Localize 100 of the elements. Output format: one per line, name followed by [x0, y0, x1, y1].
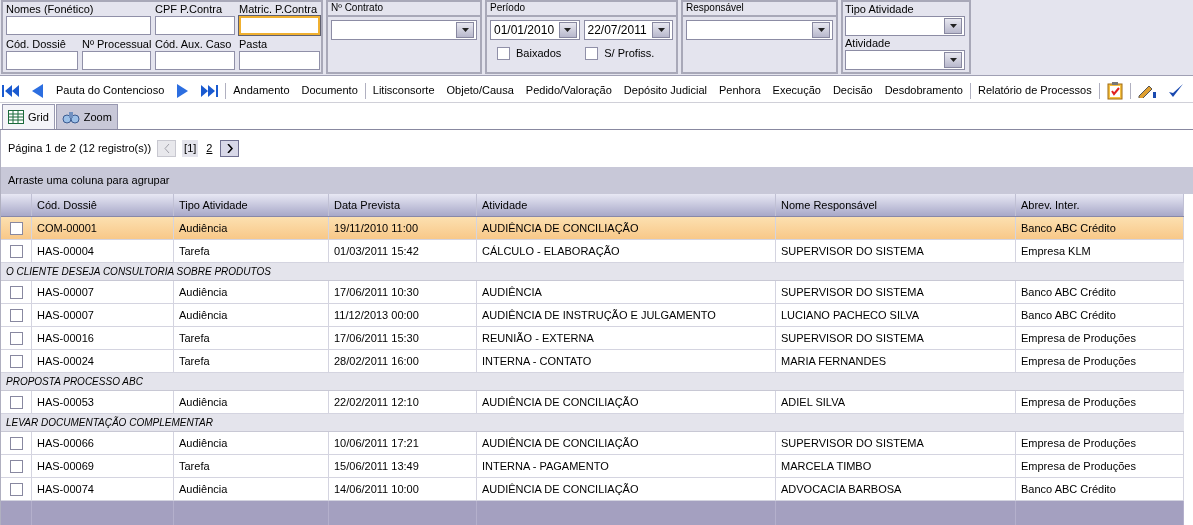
chevron-icon: [226, 144, 233, 153]
toolbar-link[interactable]: Decisão: [832, 82, 873, 99]
text-field[interactable]: [6, 16, 151, 35]
previous-icon[interactable]: [32, 83, 44, 98]
pen-icon[interactable]: [1137, 83, 1156, 98]
checkbox[interactable]: [9, 436, 23, 450]
table-row[interactable]: HAS-00007 Audiência 11/12/2013 00:00 AUDIÊNCIA DE INSTRUÇÃO E JULGAMENTO LUCIANO PACHECO SILVA Banco ABC Crédito: [1, 304, 1184, 327]
toolbar-link[interactable]: Documento: [301, 82, 358, 99]
checkbox[interactable]: [9, 395, 23, 409]
column-header[interactable]: Tipo Atividade: [174, 194, 329, 216]
checkbox[interactable]: [9, 482, 23, 496]
table-row[interactable]: HAS-00066 Audiência 10/06/2011 17:21 AUDIÊNCIA DE CONCILIAÇÃO SUPERVISOR DO SISTEMA Empresa de Produções: [1, 432, 1184, 455]
field-label: Cód. Aux. Caso: [155, 37, 233, 51]
table-cell-text: 01/03/2011 15:42: [334, 243, 419, 259]
table-row[interactable]: HAS-00053 Audiência 22/02/2011 12:10 AUDIÊNCIA DE CONCILIAÇÃO ADIEL SILVA Empresa de Produções: [1, 391, 1184, 414]
checkbox[interactable]: [9, 354, 23, 368]
table-cell-text: 22/02/2011 12:10: [334, 394, 419, 410]
text-field[interactable]: [155, 16, 235, 35]
column-header[interactable]: Abrev. Inter.: [1016, 194, 1184, 216]
table-cell-text: Audiência: [179, 481, 228, 497]
tab[interactable]: Zoom: [55, 104, 118, 129]
table-cell-text: Audiência: [179, 307, 228, 323]
dropdown-button[interactable]: [652, 22, 670, 38]
checkbox[interactable]: [9, 308, 23, 322]
text-field[interactable]: [239, 16, 320, 35]
column-header[interactable]: Nome Responsável: [776, 194, 1016, 216]
check-icon[interactable]: [1167, 82, 1184, 99]
table-cell-text: MARCELA TIMBO: [781, 458, 872, 474]
table-row[interactable]: HAS-00074 Audiência 14/06/2011 10:00 AUDIÊNCIA DE CONCILIAÇÃO ADVOCACIA BARBOSA Banco ABC Crédito: [1, 478, 1184, 501]
dropdown-button[interactable]: [812, 22, 830, 38]
table-cell-text: INTERNA - CONTATO: [482, 353, 592, 369]
checkbox[interactable]: [9, 459, 23, 473]
toolbar-link[interactable]: Relatório de Processos: [977, 82, 1092, 99]
date-field[interactable]: 22/07/2011: [583, 20, 673, 40]
table-cell-text: AUDIÊNCIA DE INSTRUÇÃO E JULGAMENTO: [482, 307, 716, 323]
table-cell-text: Empresa de Produções: [1021, 394, 1136, 410]
checkbox[interactable]: [9, 244, 23, 258]
table-cell-text: Tarefa: [179, 458, 210, 474]
table-row[interactable]: HAS-00016 Tarefa 17/06/2011 15:30 REUNIÃO - EXTERNA SUPERVISOR DO SISTEMA Empresa de Produções: [1, 327, 1184, 350]
table-row[interactable]: HAS-00069 Tarefa 15/06/2011 13:49 INTERNA - PAGAMENTO MARCELA TIMBO Empresa de Produções: [1, 455, 1184, 478]
toolbar-link[interactable]: Desdobramento: [884, 82, 963, 99]
table-cell-text: SUPERVISOR DO SISTEMA: [781, 284, 924, 300]
caret-icon: [817, 28, 825, 32]
page-link[interactable]: [1]: [182, 140, 199, 157]
checkbox[interactable]: [9, 221, 23, 235]
last-icon[interactable]: [200, 84, 219, 97]
page-link[interactable]: 2: [204, 140, 215, 157]
date-field[interactable]: 01/01/2010: [490, 20, 580, 40]
field-label: Matric. P.Contra: [239, 2, 319, 16]
toolbar-link[interactable]: Execução: [772, 82, 821, 99]
dropdown-button[interactable]: [944, 18, 962, 34]
toolbar-link[interactable]: Pedido/Valoração: [525, 82, 612, 99]
table-cell-text: HAS-00069: [37, 458, 94, 474]
table-cell-text: Empresa de Produções: [1021, 353, 1136, 369]
table-icon: [8, 110, 24, 124]
toolbar-link[interactable]: Andamento: [233, 82, 290, 99]
toolbar-link[interactable]: Depósito Judicial: [623, 82, 707, 99]
table-row[interactable]: HAS-00007 Audiência 17/06/2011 10:30 AUDIÊNCIA SUPERVISOR DO SISTEMA Banco ABC Crédito: [1, 281, 1184, 304]
next-page-button[interactable]: [220, 140, 240, 157]
toolbar-link[interactable]: Litisconsorte: [372, 82, 435, 99]
table-row[interactable]: HAS-00004 Tarefa 01/03/2011 15:42 CÁLCULO - ELABORAÇÃO SUPERVISOR DO SISTEMA Empresa KLM: [1, 240, 1184, 263]
clipboard-icon[interactable]: [1106, 81, 1123, 100]
column-header[interactable]: Cód. Dossiê: [32, 194, 174, 216]
toolbar-link[interactable]: Pauta do Contencioso: [56, 82, 165, 99]
table-cell-text: Audiência: [179, 435, 228, 451]
table-cell-text: Empresa de Produções: [1021, 330, 1136, 346]
table-cell-text: 15/06/2011 13:49: [334, 458, 419, 474]
column-header[interactable]: Atividade: [477, 194, 776, 216]
first-icon[interactable]: [2, 84, 20, 97]
table-cell-text: 11/12/2013 00:00: [334, 307, 419, 323]
table-cell-text: 10/06/2011 17:21: [334, 435, 419, 451]
table-cell-text: HAS-00053: [37, 394, 94, 410]
text-field[interactable]: [155, 51, 235, 70]
column-header[interactable]: Data Prevista: [329, 194, 477, 216]
checkbox[interactable]: [585, 46, 599, 60]
text-field[interactable]: [239, 51, 320, 70]
table-cell-text: Banco ABC Crédito: [1021, 307, 1116, 323]
checkbox[interactable]: [9, 331, 23, 345]
page-summary: Página 1 de 2 (12 registro(s)): [8, 141, 152, 157]
dropdown-button[interactable]: [558, 22, 577, 38]
checkbox[interactable]: [9, 285, 23, 299]
dropdown-button[interactable]: [944, 52, 962, 68]
table-cell-text: Empresa KLM: [1021, 243, 1091, 259]
toolbar-link[interactable]: Objeto/Causa: [446, 82, 514, 99]
text-field[interactable]: [82, 51, 151, 70]
table-cell-text: ADIEL SILVA: [781, 394, 845, 410]
toolbar-link[interactable]: Penhora: [719, 82, 761, 99]
field-label: Tipo Atividade: [845, 2, 915, 16]
field-label: Cód. Dossiê: [6, 37, 67, 51]
table-cell-text: Empresa de Produções: [1021, 458, 1136, 474]
next-icon[interactable]: [176, 83, 189, 98]
dropdown-button[interactable]: [456, 22, 474, 38]
table-row[interactable]: HAS-00024 Tarefa 28/02/2011 16:00 INTERNA - CONTATO MARIA FERNANDES Empresa de Produções: [1, 350, 1184, 373]
group-title: Nº Contrato: [328, 2, 480, 17]
text-field[interactable]: [6, 51, 78, 70]
table-row[interactable]: COM-00001 Audiência 19/11/2010 11:00 AUDIÊNCIA DE CONCILIAÇÃO Banco ABC Crédito: [1, 217, 1184, 240]
group-hint: Arraste uma coluna para agrupar: [8, 173, 170, 189]
tab[interactable]: Grid: [2, 104, 55, 129]
checkbox[interactable]: [497, 46, 510, 60]
table-cell-text: Banco ABC Crédito: [1021, 220, 1116, 236]
